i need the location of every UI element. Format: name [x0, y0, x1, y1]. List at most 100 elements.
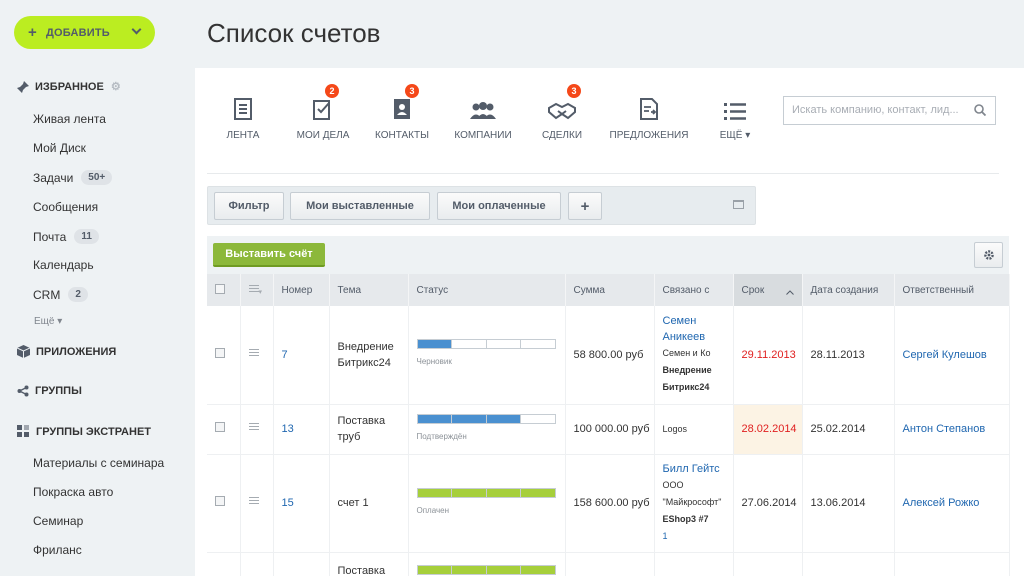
- header-related[interactable]: Связано с: [654, 274, 734, 306]
- toolbar-label: СДЕЛКИ: [541, 130, 583, 141]
- sidebar-section-groups[interactable]: ГРУППЫ: [17, 385, 82, 397]
- related-extra[interactable]: 1: [663, 528, 733, 545]
- toolbar-label: КОМПАНИИ: [454, 130, 512, 141]
- invoice-number[interactable]: 13: [273, 404, 330, 455]
- table-row[interactable]: 13 Поставка труб Подтверждён 100 000.00 …: [207, 404, 1010, 455]
- toolbar-contacts[interactable]: 3 КОНТАКТЫ: [362, 84, 442, 141]
- invoice-number[interactable]: 7: [273, 306, 330, 405]
- related-deal: Внедрение Битрикс24: [662, 365, 712, 393]
- invoice-topic: счет 1: [329, 454, 409, 553]
- row-checkbox[interactable]: [215, 422, 225, 432]
- responsible-link[interactable]: Сергей Кулешов: [894, 306, 1010, 405]
- toolbar-deals[interactable]: 3 СДЕЛКИ: [522, 84, 602, 141]
- search-input[interactable]: Искать компанию, контакт, лид...: [783, 96, 996, 125]
- issue-invoice-button[interactable]: Выставить счёт: [213, 243, 325, 267]
- search-icon[interactable]: [974, 104, 986, 116]
- header-due[interactable]: Срок: [733, 274, 803, 306]
- sidebar-item-label: Фриланс: [33, 543, 82, 557]
- sidebar-item-tasks[interactable]: Задачи 50+: [33, 170, 113, 185]
- toolbar-feed[interactable]: ЛЕНТА: [203, 90, 283, 141]
- sidebar-section-label: ИЗБРАННОЕ: [35, 80, 104, 93]
- row-checkbox[interactable]: [215, 347, 225, 358]
- search-placeholder: Искать компанию, контакт, лид...: [792, 104, 959, 116]
- header-due-label: Срок: [741, 284, 765, 296]
- toolbar-label: КОНТАКТЫ: [375, 130, 429, 141]
- toolbar-companies[interactable]: КОМПАНИИ: [443, 90, 523, 141]
- toolbar-my-tasks[interactable]: 2 МОИ ДЕЛА: [283, 84, 363, 141]
- table-row[interactable]: 15 счет 1 Оплачен 158 600.00 руб Билл Ге…: [207, 454, 1010, 553]
- row-menu-icon[interactable]: [248, 421, 259, 432]
- my-issued-filter-button[interactable]: Мои выставленные: [290, 192, 430, 220]
- sidebar-item-label: Календарь: [33, 258, 94, 272]
- sidebar-item-calendar[interactable]: Календарь: [33, 258, 94, 272]
- sidebar-more-link[interactable]: Ещё ▾: [34, 316, 62, 327]
- sidebar-item-crm[interactable]: CRM 2: [33, 287, 88, 302]
- status-progress[interactable]: [416, 487, 556, 498]
- invoice-due-date: 28.02.2014: [733, 404, 803, 455]
- table-row[interactable]: Поставка: [207, 552, 1010, 576]
- sidebar-item-feed[interactable]: Живая лента: [33, 112, 106, 126]
- row-menu-icon[interactable]: [248, 495, 259, 506]
- feed-icon: [234, 98, 252, 120]
- sidebar-item-messages[interactable]: Сообщения: [33, 200, 98, 214]
- related-cell: Семен Аникеев Семен и Ко Внедрение Битри…: [654, 306, 734, 405]
- header-created[interactable]: Дата создания: [802, 274, 895, 306]
- row-checkbox[interactable]: [215, 496, 225, 506]
- status-progress[interactable]: [416, 564, 556, 575]
- my-paid-filter-button[interactable]: Мои оплаченные: [437, 192, 561, 220]
- status-cell[interactable]: Подтверждён: [408, 404, 566, 455]
- invoice-topic: Поставка труб: [329, 404, 409, 455]
- table-row[interactable]: 7 Внедрение Битрикс24 Черновик 58 800.00…: [207, 306, 1010, 405]
- grid-settings-button[interactable]: [974, 242, 1003, 268]
- main-card: ЛЕНТА 2 МОИ ДЕЛА 3 КОНТАКТЫ КОМПАНИИ 3 С…: [195, 68, 1024, 576]
- responsible-link[interactable]: Алексей Рожко: [894, 454, 1010, 553]
- status-cell[interactable]: Оплачен: [408, 454, 566, 553]
- add-button[interactable]: + ДОБАВИТЬ: [14, 16, 155, 49]
- actions-header[interactable]: ▾: [240, 274, 274, 306]
- toolbar-more[interactable]: ЕЩЁ ▾: [695, 90, 775, 141]
- add-button-label: ДОБАВИТЬ: [45, 26, 110, 39]
- sidebar-item-extranet-2[interactable]: Семинар: [33, 514, 83, 528]
- sidebar-section-favorites[interactable]: ИЗБРАННОЕ ⚙: [17, 80, 121, 93]
- header-number[interactable]: Номер: [273, 274, 330, 306]
- invoice-number[interactable]: 15: [273, 454, 330, 553]
- related-contact-link[interactable]: Семен Аникеев: [663, 313, 733, 345]
- toolbar-quotes[interactable]: ПРЕДЛОЖЕНИЯ: [609, 90, 689, 141]
- toolbar-label: ПРЕДЛОЖЕНИЯ: [609, 130, 689, 141]
- checkbox[interactable]: [215, 283, 225, 294]
- sidebar-section-apps[interactable]: ПРИЛОЖЕНИЯ: [17, 345, 116, 358]
- gear-icon[interactable]: ⚙: [111, 80, 121, 93]
- header-status[interactable]: Статус: [408, 274, 566, 306]
- row-menu-icon[interactable]: [248, 347, 259, 358]
- sidebar-section-extranet[interactable]: ГРУППЫ ЭКСТРАНЕТ: [17, 425, 151, 438]
- quotes-icon: [640, 98, 658, 120]
- toolbar-label: ЛЕНТА: [226, 130, 260, 141]
- status-progress[interactable]: [416, 413, 556, 424]
- invoice-sum: 58 800.00 руб: [565, 306, 655, 405]
- sidebar-item-mail[interactable]: Почта 11: [33, 229, 99, 244]
- header-responsible[interactable]: Ответственный: [894, 274, 1010, 306]
- sort-asc-icon: [785, 289, 794, 295]
- status-label: Оплачен: [416, 505, 450, 515]
- status-progress[interactable]: [416, 339, 556, 350]
- header-topic[interactable]: Тема: [329, 274, 409, 306]
- sidebar-item-extranet-3[interactable]: Фриланс: [33, 543, 82, 557]
- counter-badge: 3: [567, 84, 581, 98]
- status-cell[interactable]: Черновик: [408, 306, 566, 405]
- sidebar-item-extranet-1[interactable]: Покраска авто: [33, 485, 113, 499]
- status-cell[interactable]: [408, 552, 566, 576]
- header-sum[interactable]: Сумма: [565, 274, 655, 306]
- select-all-header[interactable]: [207, 274, 241, 306]
- responsible-link[interactable]: Антон Степанов: [894, 404, 1010, 455]
- invoice-created-date: 13.06.2014: [802, 454, 895, 553]
- related-contact-link[interactable]: Билл Гейтс: [663, 461, 733, 477]
- sidebar-item-label: Мой Диск: [33, 141, 86, 155]
- sidebar-item-disk[interactable]: Мой Диск: [33, 141, 86, 155]
- filter-button[interactable]: Фильтр: [214, 192, 284, 220]
- invoice-sum: 100 000.00 руб: [565, 404, 655, 455]
- sidebar-item-label: Почта: [33, 229, 67, 244]
- sidebar-item-extranet-0[interactable]: Материалы с семинара: [33, 456, 164, 470]
- window-icon[interactable]: [733, 200, 744, 209]
- pin-icon: [17, 80, 29, 93]
- add-filter-button[interactable]: +: [568, 192, 602, 220]
